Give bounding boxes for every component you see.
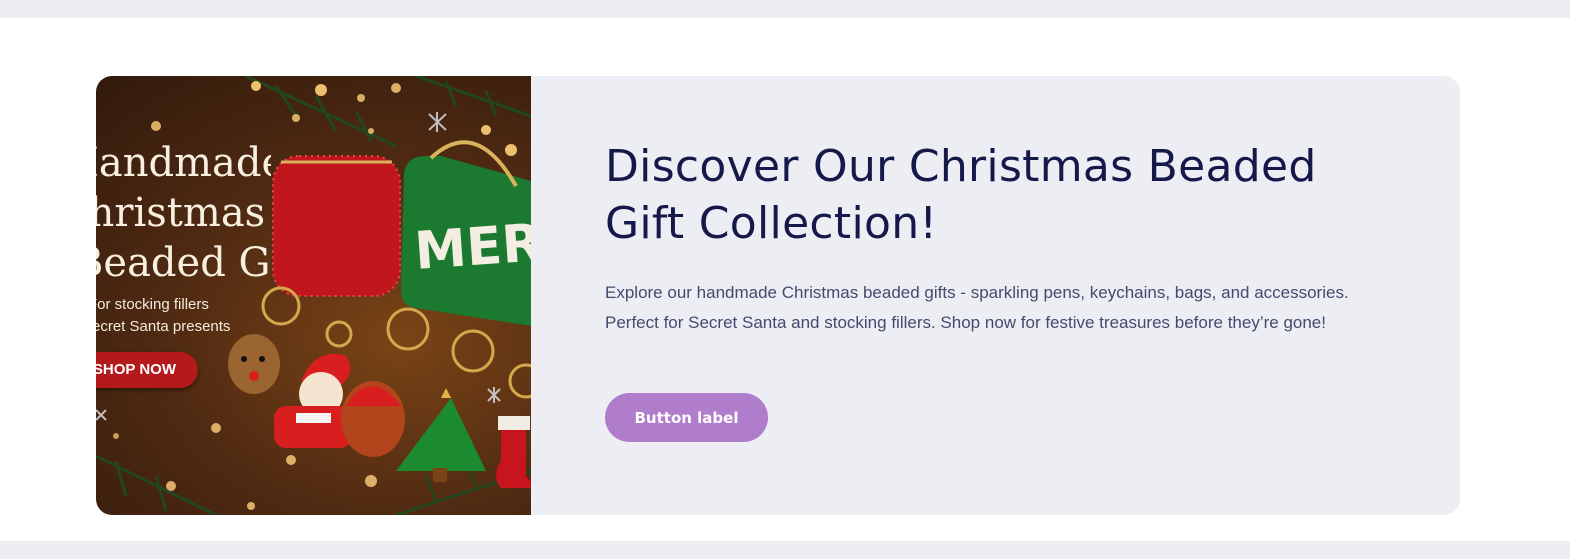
- hero-subtitle-line: Secret Santa presents: [96, 318, 231, 335]
- promo-headline: Discover Our Christmas Beaded Gift Colle…: [605, 141, 1317, 249]
- red-bag-shape: [272, 155, 401, 297]
- hero-title: Handmade Christmas Beaded Gifts: [96, 138, 271, 288]
- hero-subtitle-line: For stocking fillers: [96, 296, 209, 313]
- promo-description: Explore our handmade Christmas beaded gi…: [605, 283, 1349, 332]
- hero-image[interactable]: MERRY andmad hristmas eaded G For stocki…: [96, 76, 531, 515]
- primary-button[interactable]: Button label: [605, 393, 768, 442]
- hero-shop-now-button: SHOP NOW: [96, 352, 198, 388]
- hero-title-line: Beaded Gifts: [96, 240, 271, 286]
- hero-copy: Handmade Christmas Beaded Gifts For stoc…: [96, 138, 271, 338]
- hero-title-line: Christmas: [96, 190, 266, 236]
- hero-subtitle: For stocking fillers Secret Santa presen…: [96, 294, 271, 338]
- promo-content: Discover Our Christmas Beaded Gift Colle…: [605, 138, 1365, 337]
- hero-title-line: Handmade: [96, 140, 271, 186]
- promo-card: MERRY andmad hristmas eaded G For stocki…: [96, 76, 1460, 515]
- promo-section: MERRY andmad hristmas eaded G For stocki…: [0, 18, 1570, 541]
